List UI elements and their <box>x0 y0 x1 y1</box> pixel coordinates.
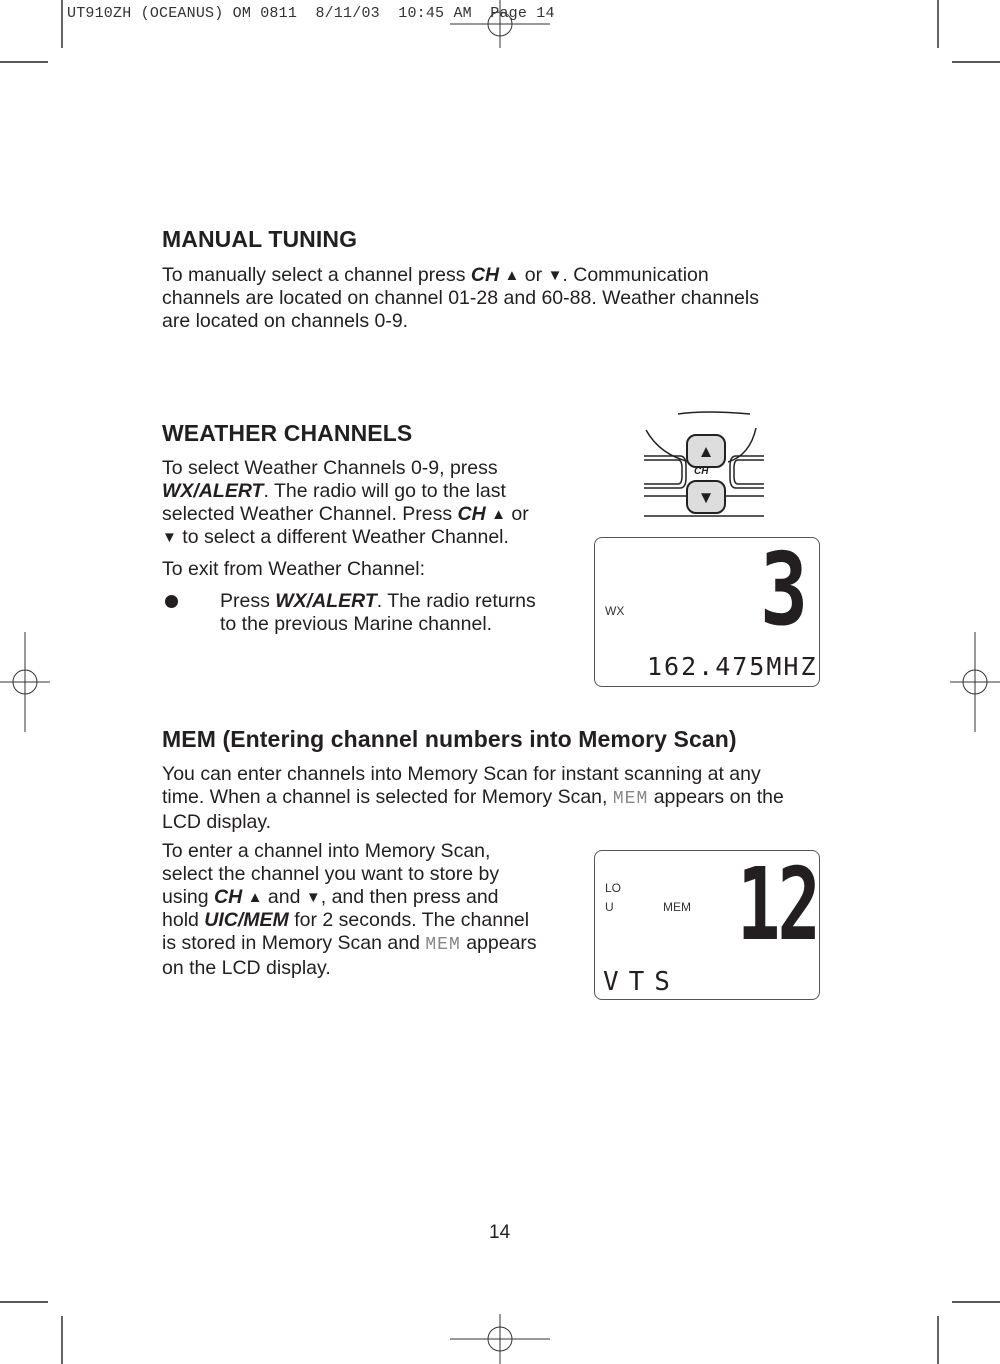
text: is stored in Memory Scan and <box>162 932 426 954</box>
ch-down-button[interactable]: ▼ <box>686 480 726 514</box>
text: or <box>506 503 529 525</box>
heading-manual-tuning: MANUAL TUNING <box>162 226 358 252</box>
text: using <box>162 886 215 908</box>
print-slug: UT910ZH (OCEANUS) OM 0811 8/11/03 10:45 … <box>67 5 555 22</box>
heading-mem: MEM (Entering channel numbers into Memor… <box>162 726 737 752</box>
up-arrow-icon: ▲ <box>697 441 715 461</box>
heading-weather-channels: WEATHER CHANNELS <box>162 420 413 446</box>
uic-mem-key: UIC/MEM <box>204 909 289 931</box>
mem-intro-text: You can enter channels into Memory Scan … <box>162 763 862 834</box>
text: You can enter channels into Memory Scan … <box>162 763 761 785</box>
text: hold <box>162 909 205 931</box>
wx-alert-key: WX/ALERT <box>162 480 264 502</box>
wx-alert-key: WX/ALERT <box>275 590 377 612</box>
lcd-weather-display: WX 3 162.475MHZ <box>594 537 820 687</box>
mem-lcd-glyph: MEM <box>425 935 461 955</box>
bullet-icon <box>165 595 178 608</box>
down-arrow-icon: ▼ <box>547 267 563 284</box>
ch-key: CH <box>457 503 486 525</box>
mem-indicator: MEM <box>663 900 691 914</box>
weather-channels-text: To select Weather Channels 0-9, press WX… <box>162 457 582 636</box>
text: To enter a channel into Memory Scan, <box>162 840 491 862</box>
mem-steps-text: To enter a channel into Memory Scan, sel… <box>162 840 582 980</box>
registration-mark-right <box>950 632 1000 732</box>
text: appears <box>460 932 537 954</box>
text: select the channel you want to store by <box>162 863 500 885</box>
registration-mark-bottom <box>450 1314 550 1364</box>
text: . The radio will go to the last <box>263 480 506 502</box>
registration-mark-left <box>0 632 50 732</box>
text: on the LCD display. <box>162 957 331 979</box>
text: for 2 seconds. The channel <box>288 909 530 931</box>
text: To manually select a channel press <box>162 264 471 286</box>
text: to select a different Weather Channel. <box>176 526 509 548</box>
text: . The radio returns <box>376 590 536 612</box>
text: channels are located on channel 01-28 an… <box>162 287 759 309</box>
text: To select Weather Channels 0-9, press <box>162 457 498 479</box>
text: . Communication <box>562 264 709 286</box>
up-arrow-icon: ▲ <box>504 267 520 284</box>
lo-power-indicator: LO <box>605 881 622 895</box>
text: are located on channels 0-9. <box>162 310 409 332</box>
text: appears on the <box>648 786 784 808</box>
down-arrow-icon: ▼ <box>162 529 177 546</box>
channel-number: 12 <box>737 846 821 963</box>
ch-key: CH <box>470 264 500 286</box>
crop-marks <box>0 0 1000 1364</box>
channel-number: 3 <box>760 531 809 648</box>
page-number: 14 <box>489 1222 511 1243</box>
text: Press <box>220 590 276 612</box>
text: , and then press and <box>320 886 499 908</box>
text: To exit from Weather Channel: <box>162 558 426 580</box>
text: or <box>519 264 548 286</box>
text: and <box>262 886 306 908</box>
frequency-readout: 162.475MHZ <box>647 652 818 681</box>
text: time. When a channel is selected for Mem… <box>162 786 613 808</box>
manual-tuning-text: To manually select a channel press CH ▲ … <box>162 264 862 333</box>
vts-readout: VTS <box>603 967 680 997</box>
ch-up-button[interactable]: ▲ <box>686 434 726 468</box>
down-arrow-icon: ▼ <box>305 889 321 906</box>
ch-key: CH <box>214 886 243 908</box>
text: selected Weather Channel. Press <box>162 503 458 525</box>
mem-lcd-glyph: MEM <box>612 789 649 809</box>
ch-buttons-illustration: ▲ CH ▼ <box>640 410 770 520</box>
region-indicator: U <box>605 900 614 914</box>
lcd-mem-display: LO U MEM 12 VTS <box>594 846 821 1000</box>
up-arrow-icon: ▲ <box>491 506 506 523</box>
up-arrow-icon: ▲ <box>247 889 263 906</box>
wx-indicator: WX <box>605 604 625 618</box>
text: LCD display. <box>162 811 272 833</box>
down-arrow-icon: ▼ <box>697 487 715 507</box>
text: to the previous Marine channel. <box>220 613 493 635</box>
ch-label: CH <box>694 466 709 477</box>
